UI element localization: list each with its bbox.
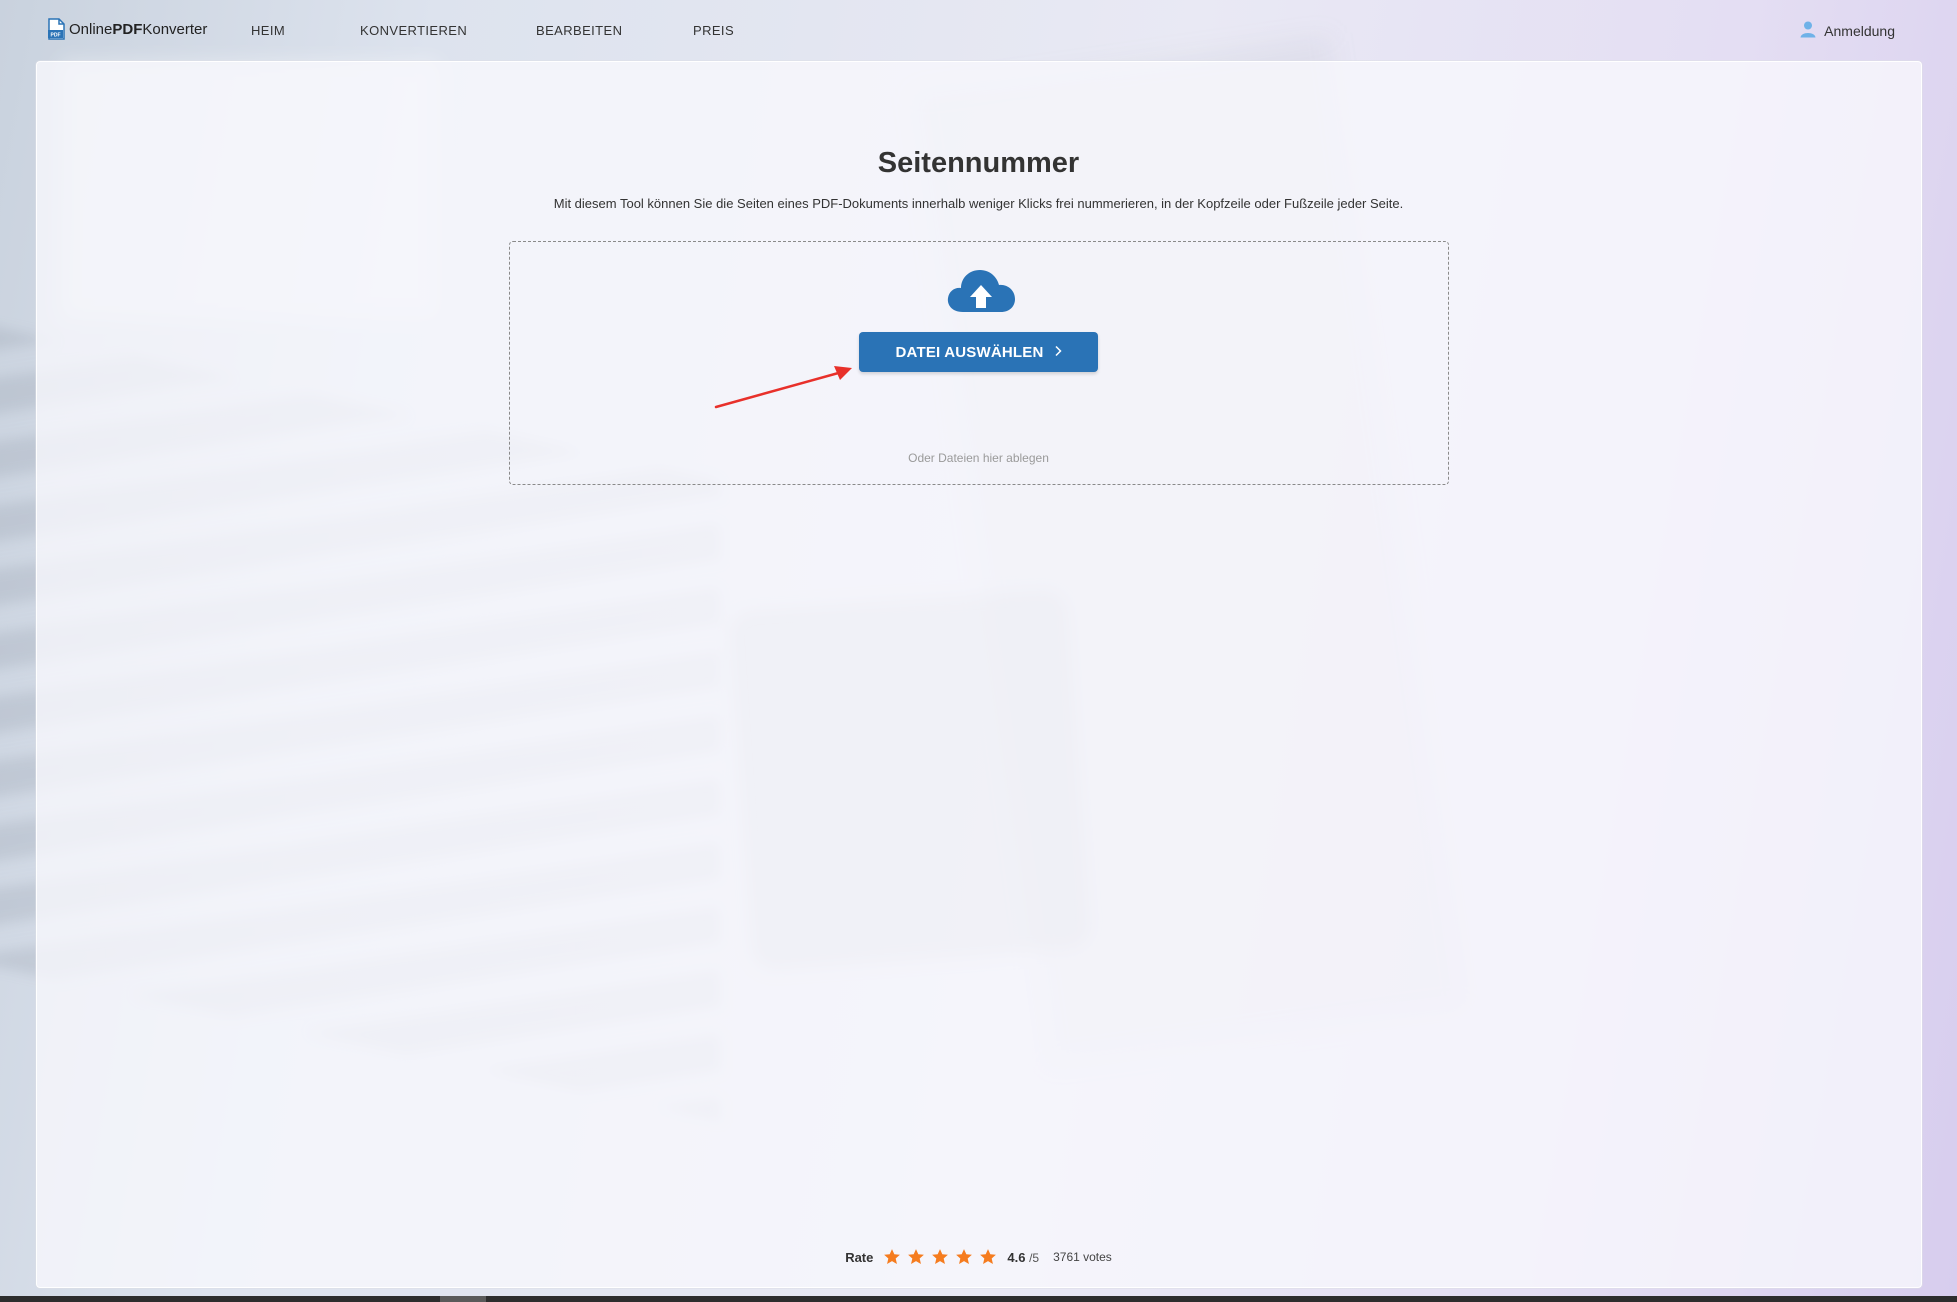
svg-text:PDF: PDF [51, 33, 61, 39]
cloud-upload-icon [945, 266, 1017, 316]
login-link[interactable]: Anmeldung [1800, 20, 1895, 41]
rating-score: 4.6 /5 [1007, 1250, 1039, 1265]
nav-link-heim[interactable]: HEIM [251, 23, 285, 38]
user-icon [1800, 20, 1816, 41]
nav-link-konvertieren[interactable]: KONVERTIEREN [360, 23, 467, 38]
nav-link-bearbeiten[interactable]: BEARBEITEN [536, 23, 622, 38]
chevron-right-icon [1054, 344, 1062, 361]
star-icon[interactable] [883, 1248, 901, 1266]
drop-hint: Oder Dateien hier ablegen [908, 451, 1049, 465]
score-max: /5 [1029, 1250, 1040, 1265]
star-icon[interactable] [955, 1248, 973, 1266]
pdf-logo-icon: PDF [47, 18, 65, 40]
star-icon[interactable] [979, 1248, 997, 1266]
star-icon[interactable] [907, 1248, 925, 1266]
login-label: Anmeldung [1824, 22, 1895, 39]
page-title: Seitennummer [877, 147, 1080, 179]
page-description: Mit diesem Tool können Sie die Seiten ei… [553, 196, 1404, 211]
site-logo[interactable]: PDF OnlinePDFKonverter [47, 18, 207, 40]
logo-text: OnlinePDFKonverter [69, 20, 208, 38]
star-icon[interactable] [931, 1248, 949, 1266]
choose-file-button[interactable]: DATEI AUSWÄHLEN [859, 332, 1098, 372]
annotation-arrow [710, 362, 860, 412]
choose-file-label: DATEI AUSWÄHLEN [895, 343, 1044, 361]
vote-count: 3761 votes [1053, 1250, 1112, 1264]
score-value: 4.6 [1007, 1249, 1026, 1265]
bottom-edge [0, 1296, 1957, 1302]
top-navigation: PDF OnlinePDFKonverter HEIM KONVERTIEREN… [0, 0, 1957, 60]
rate-label: Rate [845, 1249, 874, 1265]
nav-link-preis[interactable]: PREIS [693, 23, 734, 38]
rating-bar: Rate 4.6 /5 3761 votes [0, 1248, 1957, 1266]
rating-stars [883, 1248, 997, 1266]
